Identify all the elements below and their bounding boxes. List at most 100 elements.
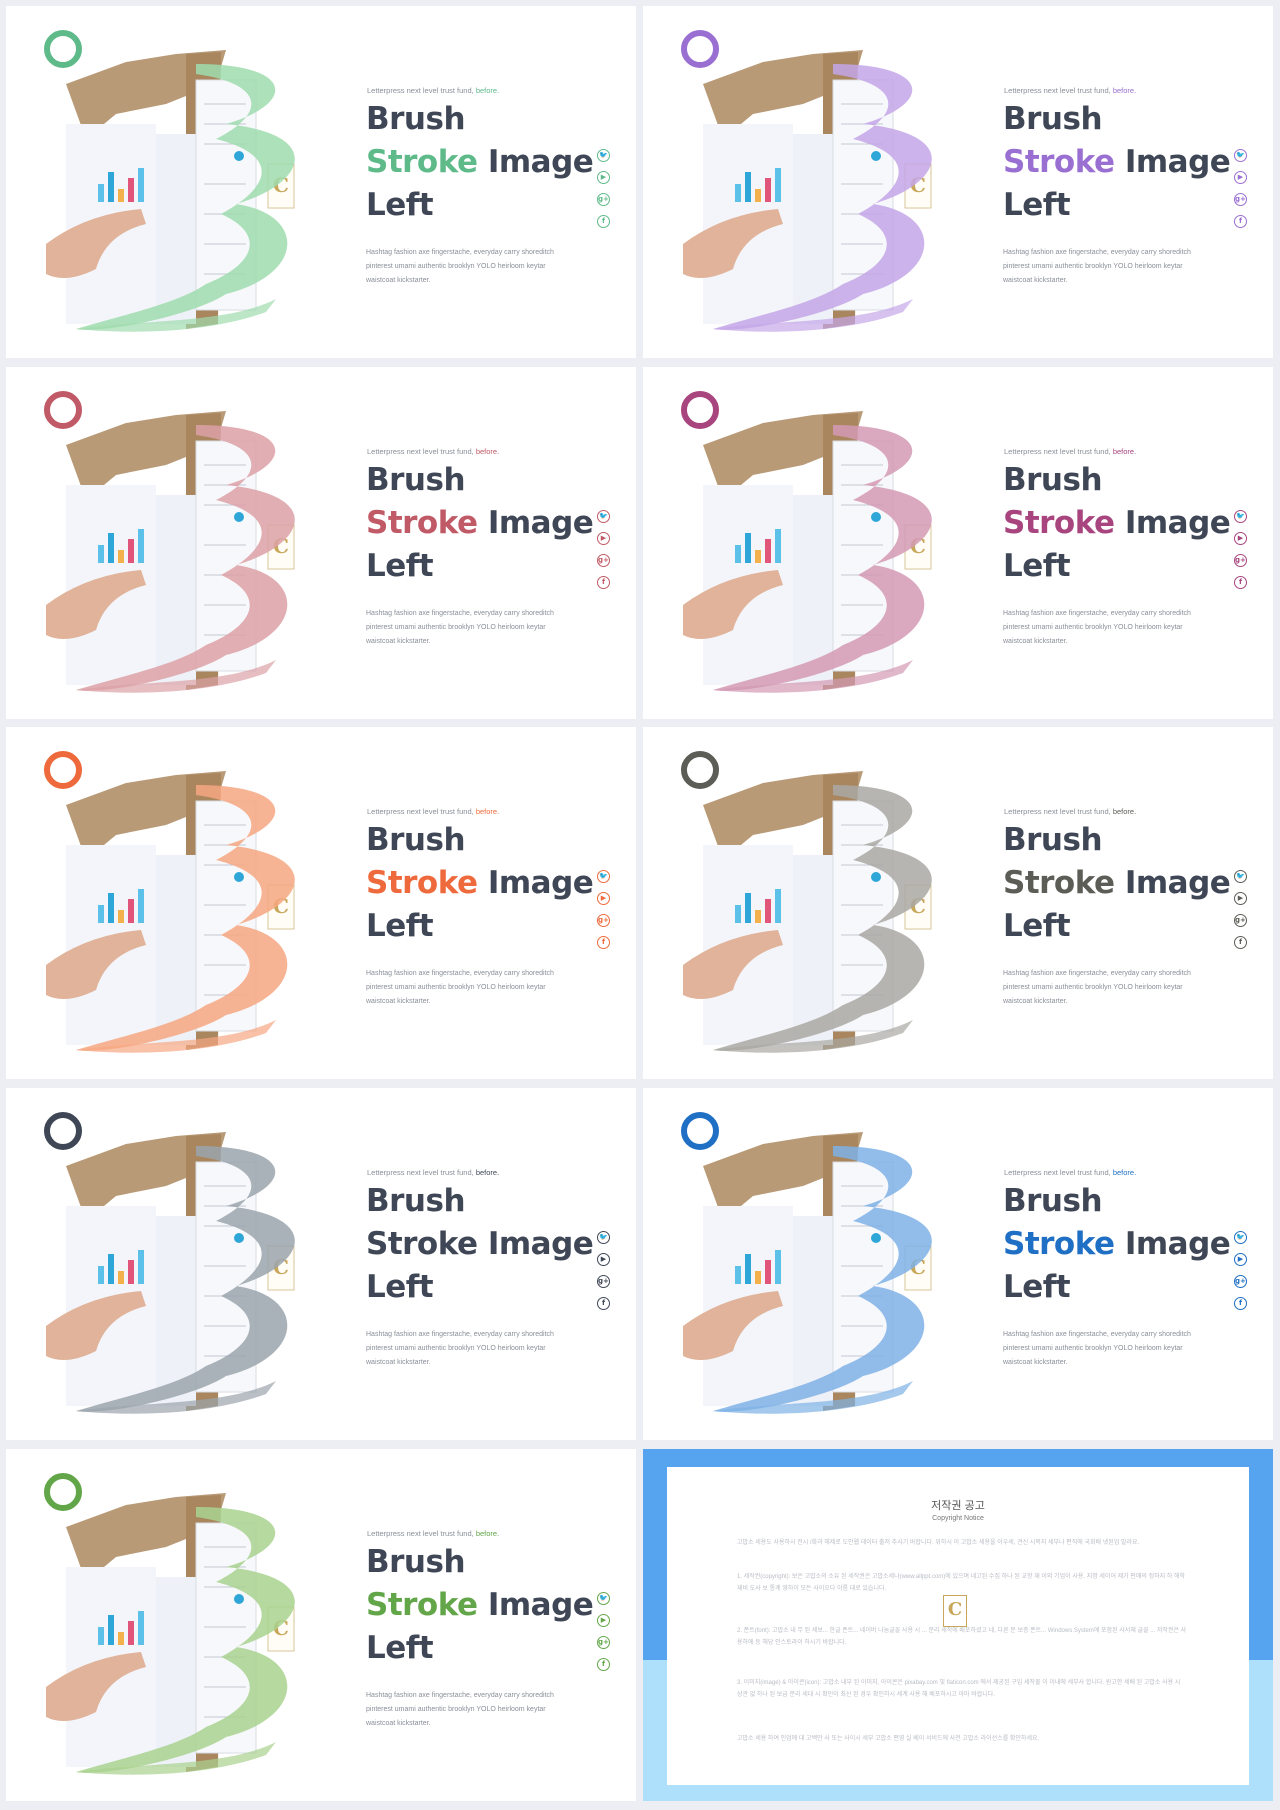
youtube-icon[interactable]: ▶	[597, 1253, 610, 1266]
copyright-panel: 저작권 공고 Copyright Notice 고맙소 세용도 사용하시 전시 …	[667, 1467, 1249, 1785]
slide: C Letterpress next level trust fund, bef…	[6, 727, 636, 1079]
slide-title: Brush Stroke Image Left	[1003, 1183, 1231, 1305]
youtube-icon[interactable]: ▶	[597, 171, 610, 184]
slide-tagline: Letterpress next level trust fund, befor…	[367, 86, 500, 95]
brush-stroke-photo: C	[46, 1487, 346, 1777]
slide: C Letterpress next level trust fund, bef…	[643, 1088, 1273, 1440]
slide-tagline: Letterpress next level trust fund, befor…	[367, 807, 500, 816]
youtube-icon[interactable]: ▶	[1234, 171, 1247, 184]
slide-title: Brush Stroke Image Left	[366, 1544, 594, 1666]
slide-body-text: Hashtag fashion axe fingerstache, everyd…	[366, 610, 554, 645]
google-plus-icon[interactable]: g+	[597, 1636, 610, 1649]
twitter-icon[interactable]: 🐦	[1234, 149, 1247, 162]
slide: C Letterpress next level trust fund, bef…	[643, 367, 1273, 719]
facebook-icon[interactable]: f	[597, 576, 610, 589]
slide: C Letterpress next level trust fund, bef…	[6, 367, 636, 719]
youtube-icon[interactable]: ▶	[1234, 532, 1247, 545]
youtube-icon[interactable]: ▶	[597, 892, 610, 905]
youtube-icon[interactable]: ▶	[1234, 892, 1247, 905]
brush-stroke-photo: C	[683, 765, 983, 1055]
slide-body-text: Hashtag fashion axe fingerstache, everyd…	[366, 249, 554, 284]
social-links: 🐦 ▶ g+ f	[597, 510, 611, 598]
slide: C Letterpress next level trust fund, bef…	[643, 6, 1273, 358]
slide-title: Brush Stroke Image Left	[1003, 822, 1231, 944]
youtube-icon[interactable]: ▶	[597, 1614, 610, 1627]
google-plus-icon[interactable]: g+	[1234, 554, 1247, 567]
slide-tagline: Letterpress next level trust fund, befor…	[367, 1529, 500, 1538]
copyright-footer: 고맙소 세용 하여 인업에 대 고백만 사 또는 사이시 세부 고맙소 편영 실…	[737, 1736, 1040, 1742]
brush-stroke-photo: C	[683, 1126, 983, 1416]
slide-body-text: Hashtag fashion axe fingerstache, everyd…	[366, 970, 554, 1005]
brush-stroke-photo: C	[46, 765, 346, 1055]
twitter-icon[interactable]: 🐦	[1234, 870, 1247, 883]
twitter-icon[interactable]: 🐦	[597, 510, 610, 523]
copyright-section-1: 1. 세작권(copyright): 보은 고맙소의 소유 된 세작권은 고맙소…	[737, 1574, 1186, 1592]
copyright-subtitle: Copyright Notice	[932, 1515, 984, 1522]
google-plus-icon[interactable]: g+	[1234, 1275, 1247, 1288]
social-links: 🐦 ▶ g+ f	[597, 149, 611, 237]
slide-tagline: Letterpress next level trust fund, befor…	[1004, 807, 1137, 816]
twitter-icon[interactable]: 🐦	[597, 149, 610, 162]
slide: C Letterpress next level trust fund, bef…	[6, 6, 636, 358]
slide-body-text: Hashtag fashion axe fingerstache, everyd…	[1003, 249, 1191, 284]
slide-body-text: Hashtag fashion axe fingerstache, everyd…	[1003, 1331, 1191, 1366]
slide: C Letterpress next level trust fund, bef…	[6, 1449, 636, 1801]
social-links: 🐦 ▶ g+ f	[597, 1592, 611, 1680]
youtube-icon[interactable]: ▶	[1234, 1253, 1247, 1266]
facebook-icon[interactable]: f	[1234, 215, 1247, 228]
google-plus-icon[interactable]: g+	[597, 914, 610, 927]
brush-stroke-photo: C	[46, 44, 346, 334]
copyright-title: 저작권 공고	[931, 1500, 985, 1512]
twitter-icon[interactable]: 🐦	[1234, 510, 1247, 523]
brush-stroke-photo: C	[683, 405, 983, 695]
slide-body-text: Hashtag fashion axe fingerstache, everyd…	[1003, 610, 1191, 645]
copyright-intro: 고맙소 세용도 사용하시 전시 /화과 헤제로 도안웹 데이터 출저 추사기 바…	[737, 1540, 1140, 1546]
facebook-icon[interactable]: f	[597, 1297, 610, 1310]
copyright-slide: 저작권 공고 Copyright Notice 고맙소 세용도 사용하시 전시 …	[643, 1449, 1273, 1801]
google-plus-icon[interactable]: g+	[597, 1275, 610, 1288]
twitter-icon[interactable]: 🐦	[597, 870, 610, 883]
brush-stroke-photo: C	[46, 405, 346, 695]
social-links: 🐦 ▶ g+ f	[597, 1231, 611, 1319]
facebook-icon[interactable]: f	[597, 1658, 610, 1671]
google-plus-icon[interactable]: g+	[597, 193, 610, 206]
slide-tagline: Letterpress next level trust fund, befor…	[367, 447, 500, 456]
slide-body-text: Hashtag fashion axe fingerstache, everyd…	[1003, 970, 1191, 1005]
facebook-icon[interactable]: f	[1234, 576, 1247, 589]
slide-title: Brush Stroke Image Left	[1003, 462, 1231, 584]
slide-tagline: Letterpress next level trust fund, befor…	[1004, 1168, 1137, 1177]
brush-stroke-photo: C	[46, 1126, 346, 1416]
slide-title: Brush Stroke Image Left	[366, 462, 594, 584]
slide-title: Brush Stroke Image Left	[366, 822, 594, 944]
twitter-icon[interactable]: 🐦	[597, 1231, 610, 1244]
brush-stroke-photo: C	[683, 44, 983, 334]
facebook-icon[interactable]: f	[1234, 1297, 1247, 1310]
copyright-section-3: 3. 이미지(image) & 아이콘(icon): 고맙소 내부 된 이미지,…	[737, 1680, 1181, 1698]
copyright-section-2: 2. 폰트(font): 고맙소 내 무 된 세보... 한글 폰트... 네이…	[737, 1628, 1187, 1646]
slide: C Letterpress next level trust fund, bef…	[643, 727, 1273, 1079]
social-links: 🐦 ▶ g+ f	[1234, 149, 1248, 237]
social-links: 🐦 ▶ g+ f	[1234, 870, 1248, 958]
slide-title: Brush Stroke Image Left	[366, 101, 594, 223]
google-plus-icon[interactable]: g+	[1234, 193, 1247, 206]
youtube-icon[interactable]: ▶	[597, 532, 610, 545]
social-links: 🐦 ▶ g+ f	[597, 870, 611, 958]
facebook-icon[interactable]: f	[597, 936, 610, 949]
social-links: 🐦 ▶ g+ f	[1234, 510, 1248, 598]
slide-title: Brush Stroke Image Left	[366, 1183, 594, 1305]
slide-tagline: Letterpress next level trust fund, befor…	[1004, 86, 1137, 95]
twitter-icon[interactable]: 🐦	[597, 1592, 610, 1605]
twitter-icon[interactable]: 🐦	[1234, 1231, 1247, 1244]
social-links: 🐦 ▶ g+ f	[1234, 1231, 1248, 1319]
google-plus-icon[interactable]: g+	[1234, 914, 1247, 927]
facebook-icon[interactable]: f	[1234, 936, 1247, 949]
slide-body-text: Hashtag fashion axe fingerstache, everyd…	[366, 1692, 554, 1727]
google-plus-icon[interactable]: g+	[597, 554, 610, 567]
brand-logo-watermark: C	[943, 1595, 967, 1627]
slide-title: Brush Stroke Image Left	[1003, 101, 1231, 223]
slide-body-text: Hashtag fashion axe fingerstache, everyd…	[366, 1331, 554, 1366]
slide: C Letterpress next level trust fund, bef…	[6, 1088, 636, 1440]
facebook-icon[interactable]: f	[597, 215, 610, 228]
slide-tagline: Letterpress next level trust fund, befor…	[1004, 447, 1137, 456]
slide-tagline: Letterpress next level trust fund, befor…	[367, 1168, 500, 1177]
